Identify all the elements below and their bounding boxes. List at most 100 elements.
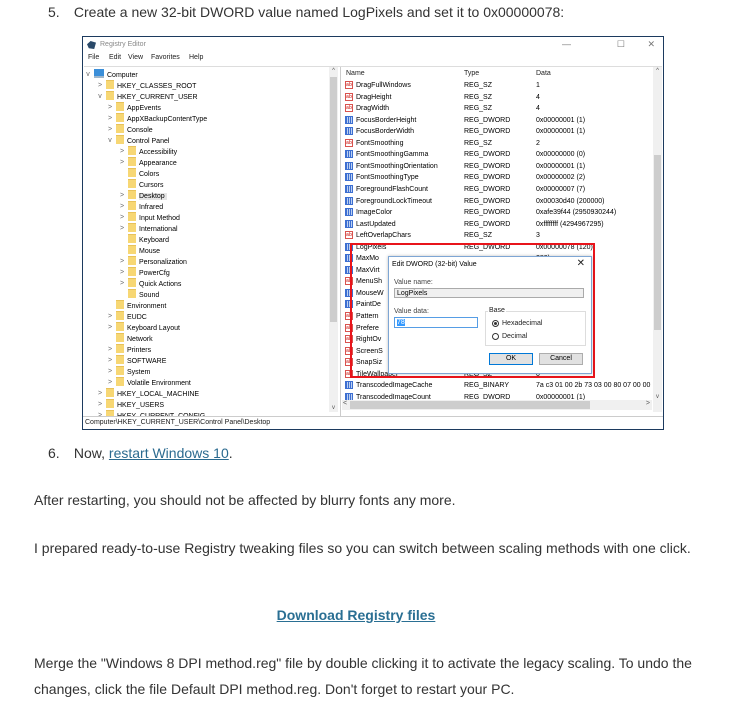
maximize-button[interactable]: ☐: [617, 39, 625, 50]
column-header-type[interactable]: Type: [464, 70, 479, 80]
decimal-label[interactable]: Decimal: [502, 333, 527, 340]
scroll-up-icon[interactable]: ^: [653, 68, 662, 74]
close-button[interactable]: ✕: [647, 39, 655, 50]
download-registry-files-link[interactable]: Download Registry files: [277, 607, 436, 623]
tree-node[interactable]: > Appearance: [120, 157, 177, 168]
tree-node[interactable]: > Console: [108, 124, 153, 135]
tree-node[interactable]: > SOFTWARE: [108, 355, 166, 366]
tree-node[interactable]: > System: [108, 366, 150, 377]
value-row[interactable]: ab DragFullWindows REG_SZ 1: [342, 80, 642, 91]
tree-node[interactable]: v Computer: [86, 69, 138, 80]
chevron-right-icon[interactable]: >: [107, 322, 113, 333]
tree-node[interactable]: v HKEY_CURRENT_USER: [98, 91, 198, 102]
tree-node[interactable]: > HKEY_CLASSES_ROOT: [98, 80, 196, 91]
minimize-button[interactable]: —: [562, 39, 571, 49]
scroll-up-icon[interactable]: ^: [329, 68, 338, 74]
tree-node[interactable]: > Input Method: [120, 212, 180, 223]
value-row[interactable]: ForegroundFlashCount REG_DWORD 0x00000007 …: [342, 184, 642, 195]
menu-edit[interactable]: Edit: [109, 54, 121, 61]
value-row[interactable]: FocusBorderWidth REG_DWORD 0x00000001 (1): [342, 126, 642, 137]
dialog-close-icon[interactable]: ✕: [577, 258, 585, 269]
tree-node[interactable]: > Volatile Environment: [108, 377, 191, 388]
value-row[interactable]: ab DragHeight REG_SZ 4: [342, 92, 642, 103]
tree-node[interactable]: > EUDC: [108, 311, 147, 322]
chevron-right-icon[interactable]: >: [119, 278, 125, 289]
tree-node[interactable]: Network: [116, 333, 153, 344]
chevron-right-icon[interactable]: >: [97, 80, 103, 91]
value-row[interactable]: FontSmoothingGamma REG_DWORD 0x00000000 (0…: [342, 149, 642, 160]
menu-file[interactable]: File: [88, 54, 99, 61]
tree-node[interactable]: > Keyboard Layout: [108, 322, 180, 333]
chevron-right-icon[interactable]: >: [107, 124, 113, 135]
tree-node[interactable]: > Infrared: [120, 201, 163, 212]
value-row[interactable]: ab FontSmoothing REG_SZ 2: [342, 138, 642, 149]
value-name-field[interactable]: LogPixels: [394, 288, 584, 298]
chevron-right-icon[interactable]: >: [107, 113, 113, 124]
tree-scroll-thumb[interactable]: [330, 77, 337, 322]
list-scroll-thumb[interactable]: [654, 155, 661, 330]
tree-node[interactable]: > AppXBackupContentType: [108, 113, 207, 124]
hexadecimal-label[interactable]: Hexadecimal: [502, 320, 542, 327]
tree-node[interactable]: Mouse: [128, 245, 160, 256]
chevron-right-icon[interactable]: >: [119, 146, 125, 157]
chevron-right-icon[interactable]: >: [107, 344, 113, 355]
tree-node[interactable]: > Desktop: [120, 190, 167, 201]
menu-favorites[interactable]: Favorites: [151, 54, 180, 61]
chevron-right-icon[interactable]: >: [107, 102, 113, 113]
chevron-right-icon[interactable]: >: [107, 311, 113, 322]
chevron-right-icon[interactable]: >: [119, 190, 125, 201]
value-row[interactable]: TranscodedImageCache REG_BINARY 7a c3 01 0…: [342, 380, 650, 391]
tree-node[interactable]: Environment: [116, 300, 166, 311]
chevron-right-icon[interactable]: >: [119, 201, 125, 212]
chevron-down-icon[interactable]: v: [85, 69, 91, 80]
tree-node[interactable]: v Control Panel: [108, 135, 169, 146]
chevron-right-icon[interactable]: >: [119, 223, 125, 234]
chevron-right-icon[interactable]: >: [119, 212, 125, 223]
tree-node[interactable]: > International: [120, 223, 178, 234]
column-header-data[interactable]: Data: [536, 70, 551, 80]
tree-node[interactable]: Keyboard: [128, 234, 169, 245]
scroll-down-icon[interactable]: v: [653, 394, 662, 400]
chevron-right-icon[interactable]: >: [97, 399, 103, 410]
chevron-right-icon[interactable]: >: [119, 267, 125, 278]
ok-button[interactable]: OK: [489, 353, 533, 365]
menu-view[interactable]: View: [128, 54, 143, 61]
chevron-right-icon[interactable]: >: [107, 377, 113, 388]
tree-node[interactable]: > PowerCfg: [120, 267, 170, 278]
value-row[interactable]: FocusBorderHeight REG_DWORD 0x00000001 (1): [342, 115, 642, 126]
list-scrollbar[interactable]: ^ v: [653, 67, 662, 412]
value-row[interactable]: FontSmoothingOrientation REG_DWORD 0x00000…: [342, 161, 642, 172]
chevron-down-icon[interactable]: v: [107, 135, 113, 146]
tree-node[interactable]: > HKEY_LOCAL_MACHINE: [98, 388, 199, 399]
tree-scrollbar[interactable]: ^ v: [329, 67, 338, 412]
cancel-button[interactable]: Cancel: [539, 353, 583, 365]
tree-node[interactable]: > Personalization: [120, 256, 187, 267]
hexadecimal-radio[interactable]: [492, 320, 499, 327]
scroll-right-icon[interactable]: >: [646, 400, 650, 407]
tree-node[interactable]: Sound: [128, 289, 159, 300]
tree-node[interactable]: > Accessibility: [120, 146, 177, 157]
value-row[interactable]: LastUpdated REG_DWORD 0xffffffff (42949672…: [342, 219, 642, 230]
tree-node[interactable]: > AppEvents: [108, 102, 161, 113]
chevron-right-icon[interactable]: >: [97, 388, 103, 399]
chevron-right-icon[interactable]: >: [107, 355, 113, 366]
chevron-right-icon[interactable]: >: [107, 366, 113, 377]
value-row[interactable]: ImageColor REG_DWORD 0xafe39f44 (295093024…: [342, 207, 642, 218]
restart-windows-link[interactable]: restart Windows 10: [109, 445, 229, 461]
value-row[interactable]: ForegroundLockTimeout REG_DWORD 0x00030d40…: [342, 196, 642, 207]
chevron-down-icon[interactable]: v: [97, 91, 103, 102]
tree-node[interactable]: Colors: [128, 168, 159, 179]
scroll-down-icon[interactable]: v: [329, 405, 338, 411]
horizontal-scroll-thumb[interactable]: [350, 401, 590, 409]
tree-node[interactable]: > Quick Actions: [120, 278, 181, 289]
scroll-left-icon[interactable]: <: [343, 400, 347, 407]
value-row[interactable]: FontSmoothingType REG_DWORD 0x00000002 (2): [342, 172, 642, 183]
value-row[interactable]: ab DragWidth REG_SZ 4: [342, 103, 642, 114]
value-row[interactable]: ab LeftOverlapChars REG_SZ 3: [342, 230, 642, 241]
chevron-right-icon[interactable]: >: [119, 157, 125, 168]
decimal-radio[interactable]: [492, 333, 499, 340]
list-horizontal-scrollbar[interactable]: < >: [342, 400, 652, 410]
menu-help[interactable]: Help: [189, 54, 203, 61]
column-header-name[interactable]: Name: [346, 70, 365, 80]
chevron-right-icon[interactable]: >: [119, 256, 125, 267]
